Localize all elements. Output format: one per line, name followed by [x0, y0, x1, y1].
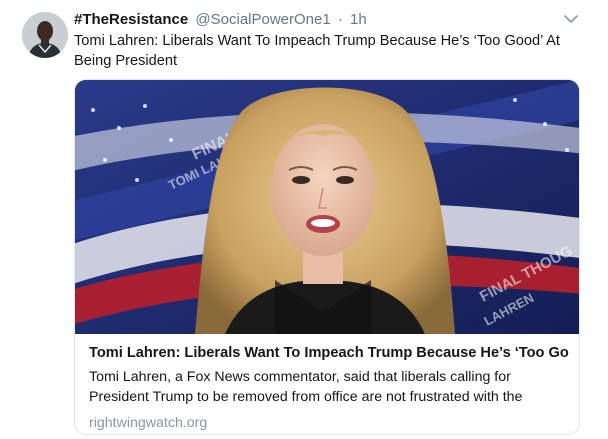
tweet-text: Tomi Lahren: Liberals Want To Impeach Tr… — [74, 33, 560, 69]
tweet-header: #TheResistance @SocialPowerOne1 · 1h — [74, 11, 367, 29]
author-fullname[interactable]: #TheResistance — [74, 11, 188, 28]
card-title[interactable]: Tomi Lahren: Liberals Want To Impeach Tr… — [89, 343, 569, 363]
chevron-down-icon — [564, 15, 578, 23]
card-photo: TOMI LAHREN FINAL TH FINAL THOUG LAHREN — [75, 80, 579, 334]
avatar[interactable] — [22, 12, 68, 58]
card-description: Tomi Lahren, a Fox News commentator, sai… — [89, 369, 523, 405]
avatar-image — [22, 12, 68, 58]
card-domain[interactable]: rightwingwatch.org — [89, 414, 569, 432]
author-username[interactable]: @SocialPowerOne1 — [195, 11, 330, 28]
card-image[interactable]: TOMI LAHREN FINAL TH FINAL THOUG LAHREN — [75, 80, 579, 334]
separator: · — [337, 11, 343, 28]
link-card[interactable]: TOMI LAHREN FINAL TH FINAL THOUG LAHREN — [74, 79, 580, 435]
card-body: Tomi Lahren: Liberals Want To Impeach Tr… — [89, 343, 569, 432]
tweet-timestamp[interactable]: 1h — [350, 11, 367, 28]
tweet[interactable]: #TheResistance @SocialPowerOne1 · 1h Tom… — [0, 0, 608, 439]
tweet-options-button[interactable] — [563, 13, 579, 25]
